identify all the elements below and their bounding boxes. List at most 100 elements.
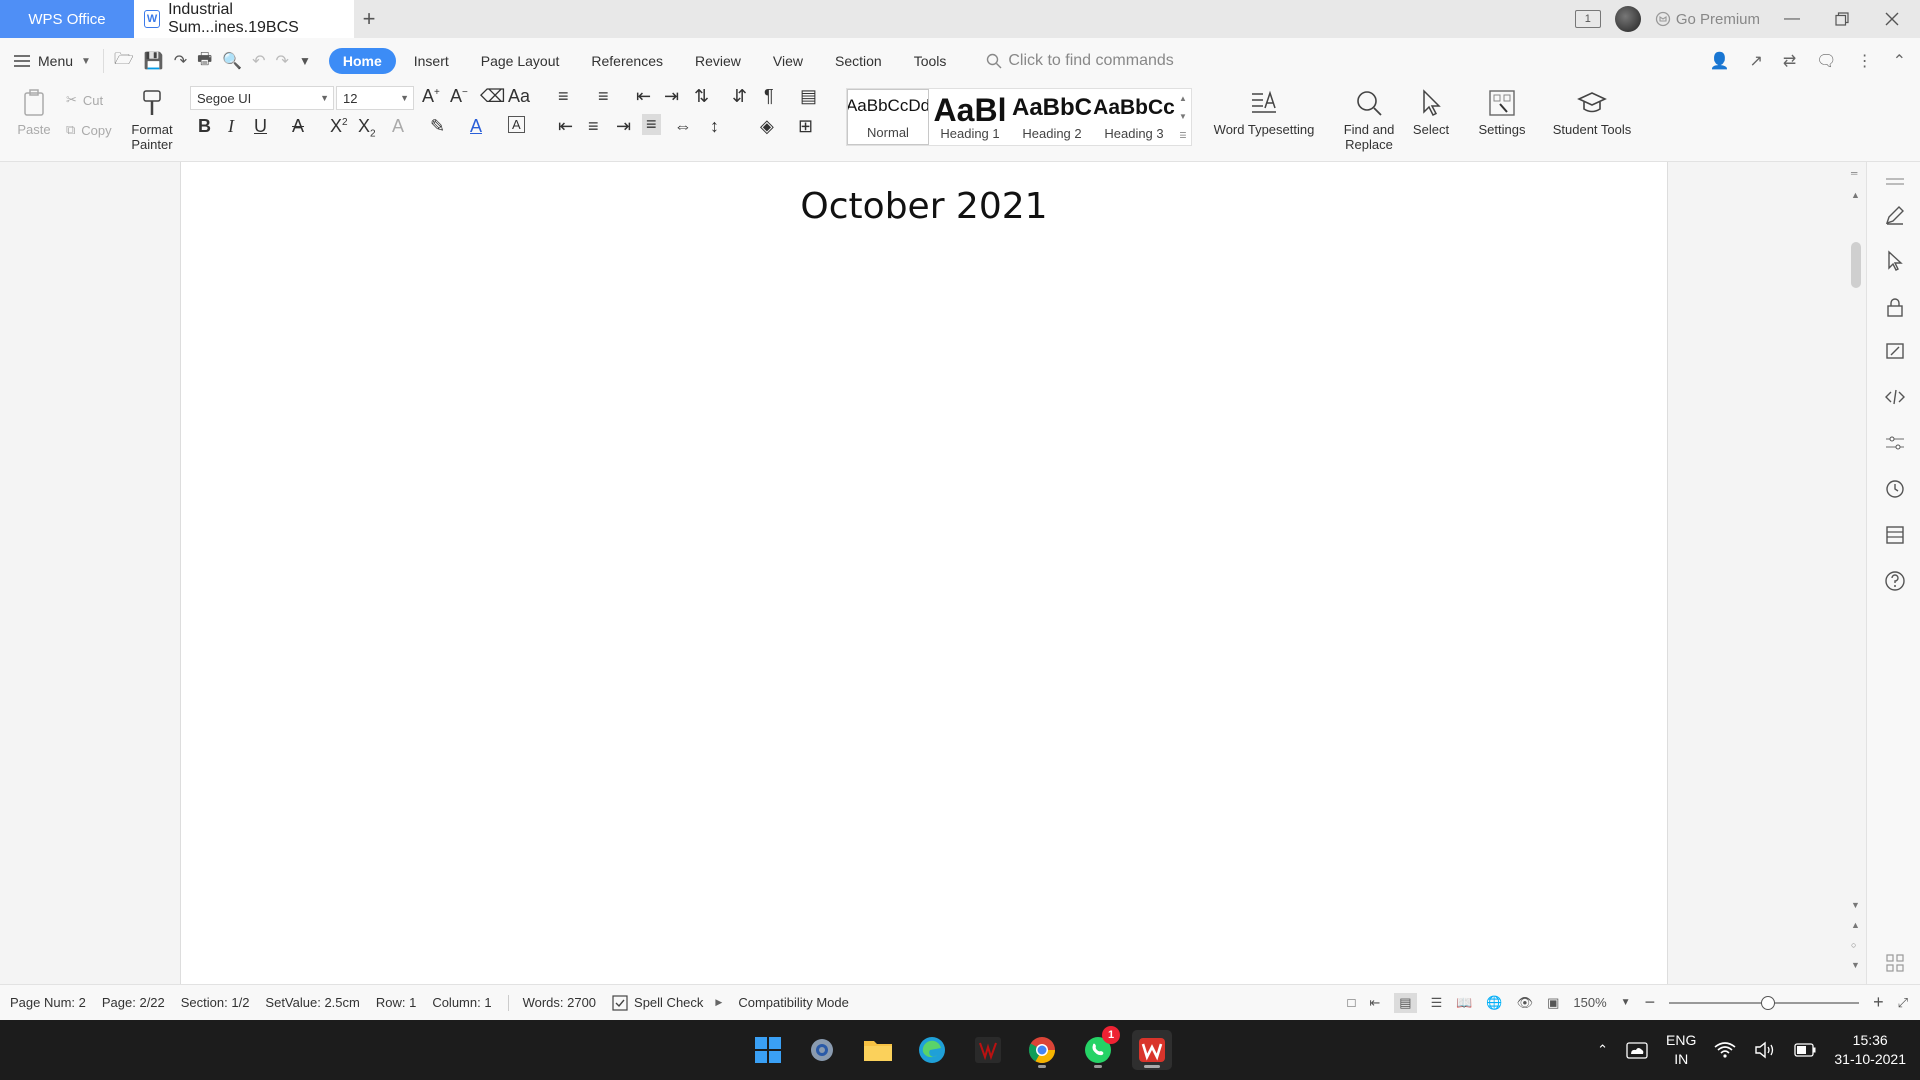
clock[interactable]: 15:36 31-10-2021 <box>1834 1031 1906 1069</box>
ruler-icon[interactable]: ▤ <box>800 86 817 107</box>
tab-tools[interactable]: Tools <box>900 48 961 74</box>
customize-toolbar-icon[interactable]: ▼ <box>299 54 311 68</box>
chevron-down-icon[interactable]: ▼ <box>1621 997 1631 1008</box>
line-spacing-icon[interactable]: ↕ <box>710 116 719 137</box>
styles-scroll[interactable]: ▲ ▼ ☰ <box>1175 89 1191 145</box>
underline-icon[interactable]: U <box>254 116 267 137</box>
increase-indent-icon[interactable]: ⇥ <box>664 86 679 107</box>
find-replace-button[interactable]: Find and Replace <box>1336 88 1402 152</box>
close-button[interactable] <box>1874 12 1910 26</box>
settings-button[interactable]: Settings <box>1470 88 1534 137</box>
chevron-down-icon[interactable]: ▼ <box>1179 112 1187 121</box>
print-preview-icon[interactable]: 🔍 <box>222 51 242 71</box>
outline-icon[interactable] <box>1884 524 1906 546</box>
save-icon[interactable]: 💾 <box>144 51 164 71</box>
redo-icon[interactable]: ↷ <box>276 51 289 71</box>
status-words[interactable]: Words: 2700 <box>523 995 596 1010</box>
taskbar-chrome[interactable] <box>1022 1030 1062 1070</box>
style-heading-2[interactable]: AaBbC Heading 2 <box>1011 89 1093 145</box>
restore-button[interactable] <box>1824 12 1860 26</box>
apps-grid-icon[interactable] <box>1884 952 1906 974</box>
collapse-ribbon-icon[interactable]: ⌃ <box>1893 51 1906 71</box>
minimize-button[interactable]: — <box>1774 10 1810 28</box>
compatibility-mode[interactable]: Compatibility Mode <box>738 995 849 1010</box>
shading-icon[interactable]: ◈ <box>760 116 774 137</box>
zoom-out-icon[interactable]: − <box>1645 992 1656 1013</box>
tab-review[interactable]: Review <box>681 48 755 74</box>
vertical-scrollbar[interactable]: ═ ▲ ▼ ▲ ○ ▼ <box>1848 162 1864 984</box>
onedrive-icon[interactable] <box>1626 1040 1648 1060</box>
share-user-icon[interactable]: 👤 <box>1710 51 1730 71</box>
bullet-list-icon[interactable]: ≡ <box>558 86 569 107</box>
wifi-icon[interactable] <box>1714 1041 1736 1059</box>
status-column[interactable]: Column: 1 <box>432 995 491 1010</box>
export-icon[interactable]: ↷ <box>174 51 187 71</box>
zoom-slider[interactable] <box>1669 995 1860 1010</box>
text-direction-icon[interactable]: ⇅ <box>694 86 709 107</box>
split-handle-icon[interactable]: ═ <box>1851 168 1857 178</box>
bold-icon[interactable]: B <box>198 116 211 137</box>
pointer-icon[interactable] <box>1884 250 1906 272</box>
history-icon[interactable] <box>1884 478 1906 500</box>
status-page[interactable]: Page: 2/22 <box>102 995 165 1010</box>
zoom-slider-knob[interactable] <box>1761 995 1776 1010</box>
change-case-icon[interactable]: Aa <box>508 86 530 107</box>
cut-button[interactable]: ✂ Cut <box>66 92 103 108</box>
student-tools-button[interactable]: Student Tools <box>1544 88 1640 137</box>
decrease-indent-icon[interactable]: ⇤ <box>636 86 651 107</box>
user-avatar[interactable] <box>1614 6 1641 32</box>
scrollbar-thumb[interactable] <box>1851 242 1861 288</box>
input-language[interactable]: ENG IN <box>1666 1031 1696 1069</box>
fit-page-icon[interactable]: ▣ <box>1547 995 1559 1011</box>
tab-references[interactable]: References <box>577 48 677 74</box>
chevron-up-icon[interactable]: ▲ <box>1179 94 1187 103</box>
fullscreen-icon[interactable]: ⤢ <box>1898 995 1908 1011</box>
status-section[interactable]: Section: 1/2 <box>181 995 250 1010</box>
align-left-icon[interactable]: ⇤ <box>558 116 573 137</box>
share-icon[interactable]: ↗ <box>1749 51 1762 71</box>
web-layout-icon[interactable]: 🌐 <box>1486 995 1502 1011</box>
superscript-icon[interactable]: X2 <box>330 116 348 137</box>
undo-icon[interactable]: ↶ <box>252 51 265 71</box>
main-menu-button[interactable]: Menu ▼ <box>14 53 103 69</box>
open-folder-icon[interactable]: 🗁 <box>114 48 134 75</box>
previous-page-icon[interactable]: ▲ <box>1851 920 1860 930</box>
print-icon[interactable]: 🖶 <box>197 48 212 75</box>
subscript-icon[interactable]: X2 <box>358 116 376 140</box>
zoom-in-icon[interactable]: + <box>1873 992 1884 1013</box>
wps-office-tab[interactable]: WPS Office <box>0 0 134 38</box>
document-tab[interactable]: W Industrial Sum...ines.19BCS <box>134 0 354 38</box>
tab-insert[interactable]: Insert <box>400 48 463 74</box>
help-icon[interactable] <box>1884 570 1906 592</box>
outline-view-icon[interactable]: ☰ <box>1431 995 1443 1011</box>
style-normal[interactable]: AaBbCcDd Normal <box>847 89 929 145</box>
taskbar-file-explorer[interactable] <box>858 1030 898 1070</box>
italic-icon[interactable]: I <box>228 116 234 137</box>
tab-view[interactable]: View <box>759 48 817 74</box>
page-mode-icon[interactable]: ▤ <box>1394 992 1417 1013</box>
taskbar-wps-office[interactable] <box>1132 1030 1172 1070</box>
document-edit-icon[interactable] <box>1884 340 1906 362</box>
document-page[interactable]: October 2021 <box>180 162 1668 984</box>
shrink-font-icon[interactable]: A− <box>450 86 468 107</box>
strikethrough-icon[interactable]: A <box>292 116 304 137</box>
style-heading-1[interactable]: AaBl Heading 1 <box>929 89 1011 145</box>
panel-handle-icon[interactable] <box>1884 176 1906 188</box>
status-setvalue[interactable]: SetValue: 2.5cm <box>265 995 359 1010</box>
justify-icon[interactable]: ≡ <box>642 114 661 135</box>
status-row[interactable]: Row: 1 <box>376 995 416 1010</box>
taskbar-settings[interactable] <box>802 1030 842 1070</box>
sort-icon[interactable]: ⇵ <box>732 86 747 107</box>
word-typesetting-button[interactable]: Word Typesetting <box>1204 88 1324 137</box>
browse-object-icon[interactable]: ○ <box>1851 940 1856 950</box>
sync-icon[interactable]: ⇄ <box>1783 51 1796 71</box>
read-mode-icon[interactable]: □ <box>1348 995 1356 1010</box>
pencil-icon[interactable] <box>1884 204 1906 226</box>
borders-icon[interactable]: ⊞ <box>798 116 813 137</box>
distributed-icon[interactable]: ⇔ <box>674 116 692 137</box>
protect-icon[interactable]: ⇤ <box>1369 995 1380 1011</box>
grow-font-icon[interactable]: A+ <box>422 86 440 107</box>
status-page-num[interactable]: Page Num: 2 <box>10 995 86 1010</box>
window-pages-icon[interactable]: 1 <box>1574 10 1601 28</box>
taskbar-whatsapp[interactable]: 1 <box>1078 1026 1120 1070</box>
